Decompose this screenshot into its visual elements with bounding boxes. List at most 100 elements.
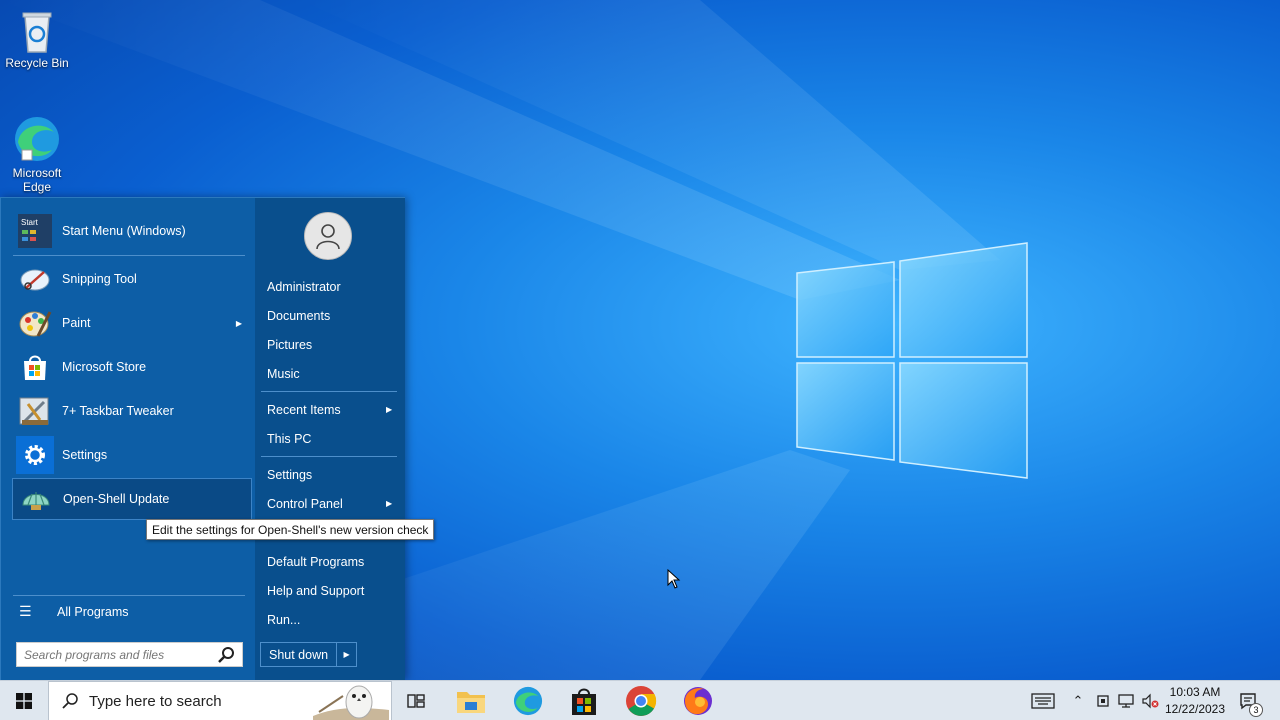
chevron-up-icon[interactable]: ⌃ [1068, 691, 1088, 711]
shutdown-label: Shut down [269, 647, 329, 662]
tooltip-text: Edit the settings for Open-Shell's new v… [152, 522, 429, 537]
start-button[interactable] [0, 681, 48, 720]
right-item-label: Administrator [267, 280, 341, 294]
paint-icon [16, 304, 54, 342]
shutdown-button[interactable]: Shut down ▶ [260, 642, 357, 667]
tooltip: Edit the settings for Open-Shell's new v… [146, 519, 435, 540]
shell-icon [17, 480, 55, 518]
divider [261, 391, 397, 392]
right-item-documents[interactable]: Documents [267, 309, 330, 323]
start-item-label: Paint [62, 316, 91, 330]
mouse-cursor-icon [667, 569, 681, 589]
taskbar-microsoft-store[interactable] [560, 681, 608, 720]
start-menu-icon: Start [16, 212, 54, 250]
taskbar: Type here to search ⌃ 10:03 AM 12/22/202… [0, 680, 1280, 720]
taskbar-chrome[interactable] [617, 681, 665, 720]
user-avatar[interactable] [304, 212, 352, 260]
task-view-icon [407, 694, 425, 708]
right-item-administrator[interactable]: Administrator [267, 280, 341, 294]
owl-illustration-icon [313, 685, 389, 720]
right-item-label: Settings [267, 468, 313, 482]
task-view-button[interactable] [392, 681, 440, 720]
divider [13, 595, 245, 596]
start-item-7-taskbar-tweaker[interactable]: 7+ Taskbar Tweaker [12, 390, 252, 432]
right-item-music[interactable]: Music [267, 367, 300, 381]
right-item-label: Recent Items [267, 403, 341, 417]
start-menu-left-pane: Start Start Menu (Windows) Snipping Tool [1, 198, 255, 681]
start-item-start-menu-windows[interactable]: Start Start Menu (Windows) [12, 210, 252, 252]
device-icon[interactable] [1093, 691, 1113, 711]
network-icon[interactable] [1116, 691, 1136, 711]
snipping-tool-icon [16, 260, 54, 298]
right-item-default-programs[interactable]: Default Programs [267, 555, 364, 569]
taskbar-search-text: Type here to search [89, 692, 222, 710]
start-search-box[interactable] [16, 642, 243, 667]
right-item-label: Documents [267, 309, 331, 323]
taskbar-tweaker-icon [16, 392, 54, 430]
right-item-label: Music [267, 367, 300, 381]
submenu-arrow-icon: ▶ [235, 318, 242, 328]
right-item-control-panel[interactable]: Control Panel ▶ [267, 497, 392, 511]
start-item-open-shell-update[interactable]: Open-Shell Update [12, 478, 252, 520]
file-explorer-icon [457, 692, 485, 713]
right-item-label: Pictures [267, 338, 313, 352]
search-input[interactable] [17, 644, 217, 665]
taskbar-firefox[interactable] [674, 681, 722, 720]
chrome-icon [626, 686, 657, 716]
desktop-icon-label: Microsoft Edge [12, 166, 62, 194]
notification-count: 3 [1253, 705, 1259, 715]
list-icon: ☰ [19, 603, 32, 619]
start-item-label: 7+ Taskbar Tweaker [62, 404, 174, 418]
divider [13, 255, 245, 256]
right-item-label: Help and Support [267, 584, 365, 598]
start-item-microsoft-store[interactable]: Microsoft Store [12, 346, 252, 388]
windows-logo [796, 242, 1028, 479]
gear-icon [16, 436, 54, 474]
clock-date: 12/22/2023 [1164, 702, 1226, 716]
windows-start-icon [16, 693, 32, 709]
submenu-arrow-icon: ▶ [386, 499, 393, 508]
start-item-snipping-tool[interactable]: Snipping Tool [12, 258, 252, 300]
start-item-label: Settings [62, 448, 108, 462]
store-icon [572, 688, 596, 715]
notification-count-badge: 3 [1249, 703, 1263, 717]
user-icon [316, 224, 340, 250]
search-icon [62, 693, 78, 709]
firefox-icon [684, 687, 712, 715]
right-item-pictures[interactable]: Pictures [267, 338, 312, 352]
taskbar-search-box[interactable]: Type here to search [48, 681, 392, 720]
start-item-paint[interactable]: Paint ▶ [12, 302, 252, 344]
right-item-settings[interactable]: Settings [267, 468, 312, 482]
start-menu: Start Start Menu (Windows) Snipping Tool [0, 197, 405, 681]
all-programs-label: All Programs [57, 604, 129, 619]
recycle-bin-icon [22, 12, 52, 53]
taskbar-file-explorer[interactable] [447, 681, 495, 720]
shutdown-options-button[interactable]: ▶ [336, 643, 356, 666]
desktop-icon-edge[interactable]: Microsoft Edge [0, 114, 74, 194]
start-item-label: Start Menu (Windows) [62, 224, 186, 238]
start-item-settings[interactable]: Settings [12, 434, 252, 476]
taskbar-edge[interactable] [504, 681, 552, 720]
svg-text:Start: Start [21, 218, 39, 227]
start-item-label: Open-Shell Update [63, 492, 170, 506]
edge-icon [513, 686, 543, 716]
right-item-help-and-support[interactable]: Help and Support [267, 584, 364, 598]
right-item-recent-items[interactable]: Recent Items ▶ [267, 403, 392, 417]
start-item-label: Snipping Tool [62, 272, 137, 286]
right-item-label: Default Programs [267, 555, 365, 569]
volume-muted-icon[interactable] [1140, 691, 1160, 711]
desktop-icon-label: Recycle Bin [5, 56, 69, 70]
all-programs-button[interactable]: ☰ All Programs [19, 603, 129, 620]
keyboard-icon[interactable] [1031, 691, 1055, 711]
search-icon[interactable] [217, 645, 237, 665]
desktop-icon-recycle-bin[interactable]: Recycle Bin [0, 8, 74, 70]
right-item-run[interactable]: Run... [267, 613, 300, 627]
right-item-this-pc[interactable]: This PC [267, 432, 311, 446]
submenu-arrow-icon: ▶ [386, 405, 393, 414]
edge-icon [15, 117, 59, 161]
divider [261, 456, 397, 457]
clock-time: 10:03 AM [1169, 685, 1221, 699]
taskbar-clock[interactable]: 10:03 AM 12/22/2023 [1160, 684, 1230, 718]
right-item-label: This PC [267, 432, 312, 446]
start-menu-right-pane: Administrator Documents Pictures Music R… [255, 198, 405, 681]
